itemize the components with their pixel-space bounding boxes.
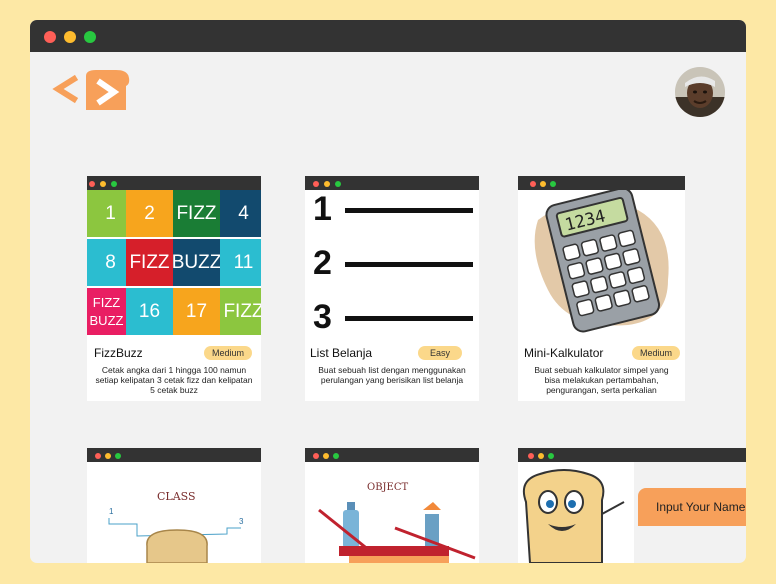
project-card-class[interactable]: CLASS 1 3 xyxy=(87,448,261,563)
grid-cell: FIZZ BUZZ xyxy=(87,288,126,335)
difficulty-badge: Medium xyxy=(204,346,253,360)
grid-cell: 16 xyxy=(126,288,173,335)
code-toast-logo[interactable] xyxy=(52,68,132,112)
card-title: Mini-Kalkulator xyxy=(524,346,604,360)
thumb-label: CLASS xyxy=(157,490,196,503)
grid-cell: 17 xyxy=(173,288,220,335)
card-titlebar xyxy=(305,176,479,190)
minimize-dot[interactable] xyxy=(64,31,76,43)
calculator-thumbnail: 1234 xyxy=(518,187,685,337)
class-thumbnail: CLASS 1 3 xyxy=(87,462,261,563)
grid-cell: 11 xyxy=(220,239,261,286)
page-background: { "app": {"logo_name": "code-toast-logo"… xyxy=(0,0,776,584)
maximize-dot[interactable] xyxy=(84,31,96,43)
list-number: 2 xyxy=(313,244,332,282)
card-titlebar xyxy=(305,448,479,462)
grid-cell: 4 xyxy=(220,190,261,237)
grid-cell: FIZZ xyxy=(126,239,173,286)
mascot-thumbnail xyxy=(518,462,634,563)
card-description: Cetak angka dari 1 hingga 100 namun seti… xyxy=(95,365,253,395)
card-titlebar xyxy=(87,176,261,190)
grid-cell: 2 xyxy=(126,190,173,237)
list-line xyxy=(345,316,473,321)
grid-cell: BUZZ xyxy=(173,239,220,286)
project-card-object[interactable]: OBJECT xyxy=(305,448,479,563)
fizzbuzz-thumbnail: 1 2 FIZZ 4 8 FIZZ BUZZ 11 FIZZ BUZZ 16 1… xyxy=(87,190,261,337)
card-title: List Belanja xyxy=(310,346,373,360)
list-line xyxy=(345,262,473,267)
thumb-mark: 1 xyxy=(109,507,114,516)
user-avatar[interactable] xyxy=(675,67,725,117)
list-number: 3 xyxy=(313,298,332,336)
card-titlebar xyxy=(87,448,261,462)
browser-window: 1 2 FIZZ 4 8 FIZZ BUZZ 11 FIZZ BUZZ 16 1… xyxy=(30,20,746,563)
card-title: FizzBuzz xyxy=(94,346,143,360)
difficulty-badge: Easy xyxy=(418,346,463,360)
list-number: 1 xyxy=(313,190,332,228)
thumb-label: OBJECT xyxy=(367,482,409,493)
window-titlebar xyxy=(30,20,746,52)
list-thumbnail: 1 2 3 xyxy=(305,190,479,337)
grid-cell: FIZZ xyxy=(173,190,220,237)
difficulty-badge: Medium xyxy=(632,346,681,360)
object-thumbnail: OBJECT xyxy=(305,462,479,563)
project-card-list-belanja[interactable]: 1 2 3 List Belanja Easy Buat sebuah list… xyxy=(305,176,479,401)
card-titlebar xyxy=(518,448,746,462)
name-input-prompt[interactable]: Input Your Name... xyxy=(638,488,746,526)
close-dot[interactable] xyxy=(44,31,56,43)
card-description: Buat sebuah kalkulator simpel yang bisa … xyxy=(534,365,669,395)
thumb-mark: 3 xyxy=(239,517,244,526)
project-card-fizzbuzz[interactable]: 1 2 FIZZ 4 8 FIZZ BUZZ 11 FIZZ BUZZ 16 1… xyxy=(87,176,261,401)
card-description: Buat sebuah list dengan menggunakan peru… xyxy=(318,365,466,385)
list-line xyxy=(345,208,473,213)
project-card-mini-kalkulator[interactable]: 1234 Mini-Kalkulator Medium Buat sebuah … xyxy=(518,176,685,401)
card-titlebar xyxy=(518,176,685,190)
grid-cell: FIZZ xyxy=(220,288,261,335)
